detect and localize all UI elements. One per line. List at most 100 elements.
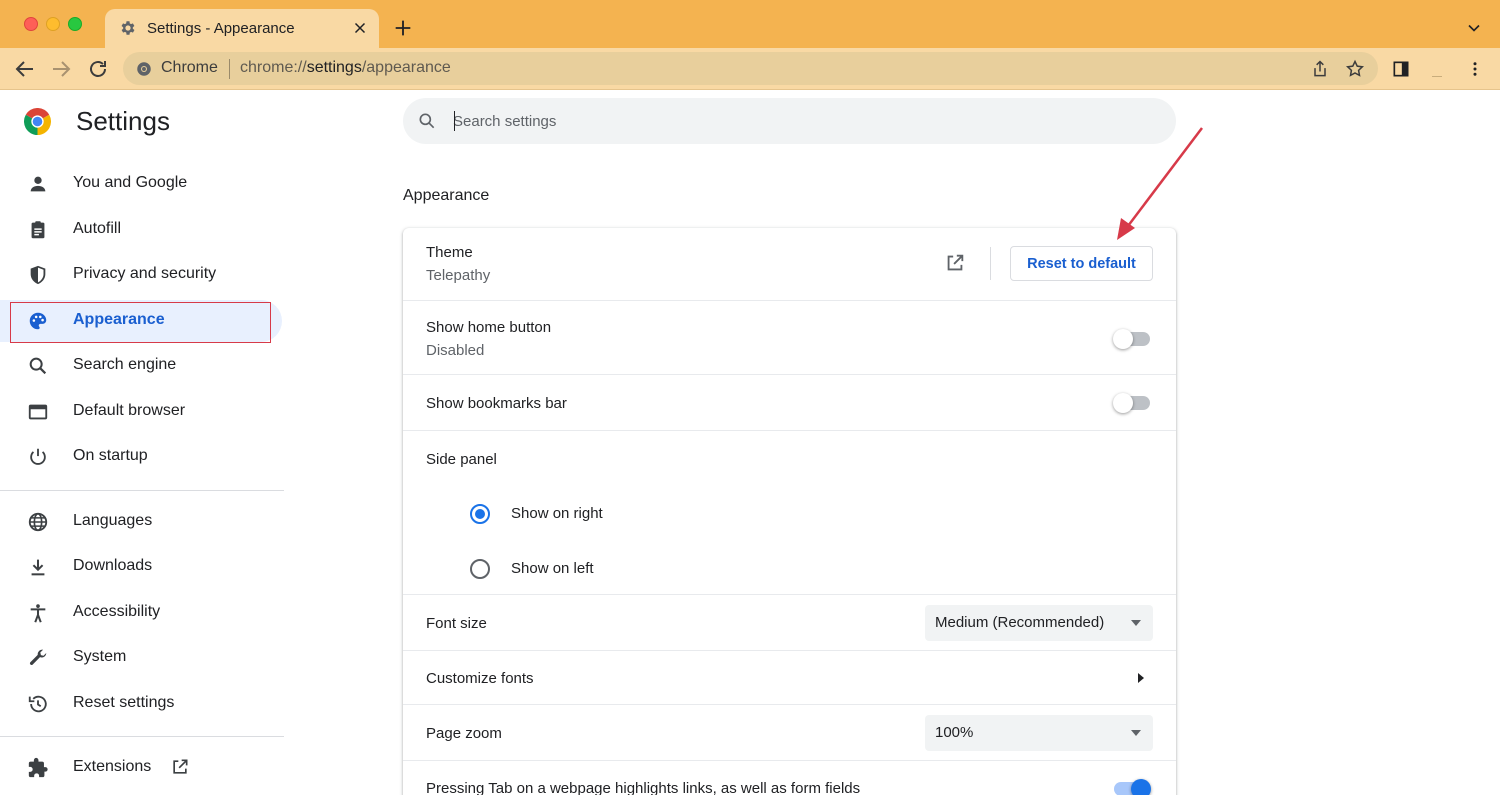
page-zoom-value: 100% [935, 724, 974, 741]
home-button-status: Disabled [426, 342, 485, 359]
radio-show-on-right[interactable] [470, 504, 490, 524]
tab-highlight-label: Pressing Tab on a webpage highlights lin… [426, 780, 861, 795]
sidebar-item-privacy[interactable]: Privacy and security [0, 254, 282, 296]
search-icon [29, 357, 47, 375]
sidebar-item-autofill[interactable]: Autofill [0, 209, 282, 251]
sidebar-item-label: On startup [73, 447, 148, 464]
theme-label: Theme [426, 244, 473, 261]
tab-settings[interactable]: Settings - Appearance [105, 9, 379, 48]
font-size-value: Medium (Recommended) [935, 614, 1105, 631]
chrome-site-icon[interactable] [135, 60, 153, 78]
home-button-label: Show home button [426, 319, 552, 336]
search-icon [419, 113, 435, 129]
text-cursor [454, 111, 455, 131]
page-title: Settings [76, 106, 170, 136]
home-button-toggle[interactable] [1113, 329, 1150, 349]
sidebar-item-system[interactable]: System [0, 637, 282, 679]
browser-toolbar: Chrome chrome://settings/appearance [0, 48, 1500, 90]
sidebar-item-on-startup[interactable]: On startup [0, 436, 282, 478]
sidebar-item-label: System [73, 648, 127, 665]
reset-to-default-button[interactable]: Reset to default [1010, 246, 1153, 281]
sidebar-item-label: Reset settings [73, 694, 175, 711]
globe-icon [28, 512, 48, 532]
tab-title: Settings - Appearance [147, 20, 295, 37]
more-options-icon[interactable] [1466, 59, 1484, 79]
sidebar-item-downloads[interactable]: Downloads [0, 546, 282, 588]
chevron-down-icon[interactable] [1464, 18, 1484, 38]
section-title: Appearance [403, 187, 490, 204]
sidebar-item-label: Autofill [73, 220, 122, 237]
sidebar-item-reset-settings[interactable]: Reset settings [0, 683, 282, 725]
sidebar-item-label: Search engine [73, 356, 177, 373]
clipboard-icon [31, 221, 45, 239]
gear-icon [121, 21, 135, 35]
close-window-button[interactable] [24, 17, 38, 31]
shield-icon [30, 265, 46, 285]
sidebar-item-languages[interactable]: Languages [0, 501, 282, 543]
font-size-row: Font size Medium (Recommended) [403, 594, 1176, 650]
bookmark-star-icon[interactable] [1345, 59, 1365, 79]
sidebar-item-label: You and Google [73, 174, 188, 191]
settings-search[interactable] [403, 98, 1176, 144]
reload-button[interactable] [86, 57, 110, 81]
customize-fonts-row[interactable]: Customize fonts [403, 650, 1176, 704]
address-bar[interactable]: Chrome chrome://settings/appearance [123, 52, 1378, 85]
customize-fonts-label: Customize fonts [426, 670, 534, 687]
bookmarks-bar-row[interactable]: Show bookmarks bar [403, 374, 1176, 430]
person-icon [30, 176, 46, 192]
appearance-card: Theme Telepathy Reset to default Show ho… [403, 228, 1176, 795]
puzzle-icon [28, 757, 48, 778]
dropdown-arrow-icon [1131, 620, 1141, 626]
accessibility-icon [30, 604, 46, 623]
sidebar-item-label: Languages [73, 512, 153, 529]
side-panel-icon[interactable] [1391, 59, 1411, 79]
home-button-row[interactable]: Show home button Disabled [403, 300, 1176, 374]
sidebar-divider [0, 490, 284, 491]
tab-highlight-toggle[interactable] [1114, 779, 1151, 795]
radio-label-show-on-right[interactable]: Show on right [511, 505, 603, 522]
new-tab-button[interactable] [392, 17, 414, 39]
sidebar-item-extensions[interactable]: Extensions [0, 747, 282, 789]
bookmarks-bar-toggle[interactable] [1113, 393, 1150, 413]
share-icon[interactable] [1310, 59, 1330, 79]
chrome-logo-icon [24, 108, 51, 135]
side-panel-row: Side panel Show on right Show on left [403, 430, 1176, 594]
back-button[interactable] [13, 57, 37, 81]
toggle-knob [1113, 329, 1133, 349]
minimize-window-button[interactable] [46, 17, 60, 31]
sidebar-item-default-browser[interactable]: Default browser [0, 391, 282, 433]
radio-show-on-left[interactable] [470, 559, 490, 579]
sidebar-item-you-and-google[interactable]: You and Google [0, 163, 282, 205]
font-size-select[interactable]: Medium (Recommended) [925, 605, 1153, 641]
sidebar-item-accessibility[interactable]: Accessibility [0, 592, 282, 634]
theme-row: Theme Telepathy Reset to default [403, 228, 1176, 300]
sidebar-item-search-engine[interactable]: Search engine [0, 345, 282, 387]
chevron-right-icon [1138, 673, 1144, 683]
vertical-divider [990, 247, 991, 280]
history-icon [28, 695, 47, 713]
bookmarks-bar-label: Show bookmarks bar [426, 395, 567, 412]
close-icon[interactable] [351, 19, 369, 37]
radio-label-show-on-left[interactable]: Show on left [511, 560, 594, 577]
profile-button[interactable] [1432, 76, 1442, 77]
forward-button[interactable] [49, 57, 73, 81]
dropdown-arrow-icon [1131, 730, 1141, 736]
toggle-knob [1131, 779, 1151, 795]
open-in-new-icon[interactable] [944, 252, 966, 274]
site-label: Chrome [161, 59, 218, 76]
omnibox-divider [229, 59, 230, 79]
tab-highlight-row[interactable]: Pressing Tab on a webpage highlights lin… [403, 760, 1176, 795]
sidebar-item-label: Downloads [73, 557, 153, 574]
download-icon [31, 559, 45, 576]
wrench-icon [29, 649, 47, 665]
url-text[interactable]: chrome://settings/appearance [240, 59, 451, 77]
browser-window-icon [28, 404, 48, 420]
side-panel-label: Side panel [426, 451, 497, 468]
sidebar-item-label: Privacy and security [73, 265, 217, 282]
maximize-window-button[interactable] [68, 17, 82, 31]
external-link-icon [173, 759, 188, 774]
page-zoom-select[interactable]: 100% [925, 715, 1153, 751]
toggle-knob [1113, 393, 1133, 413]
annotation-highlight-box [10, 302, 271, 343]
search-input[interactable] [453, 110, 1133, 132]
